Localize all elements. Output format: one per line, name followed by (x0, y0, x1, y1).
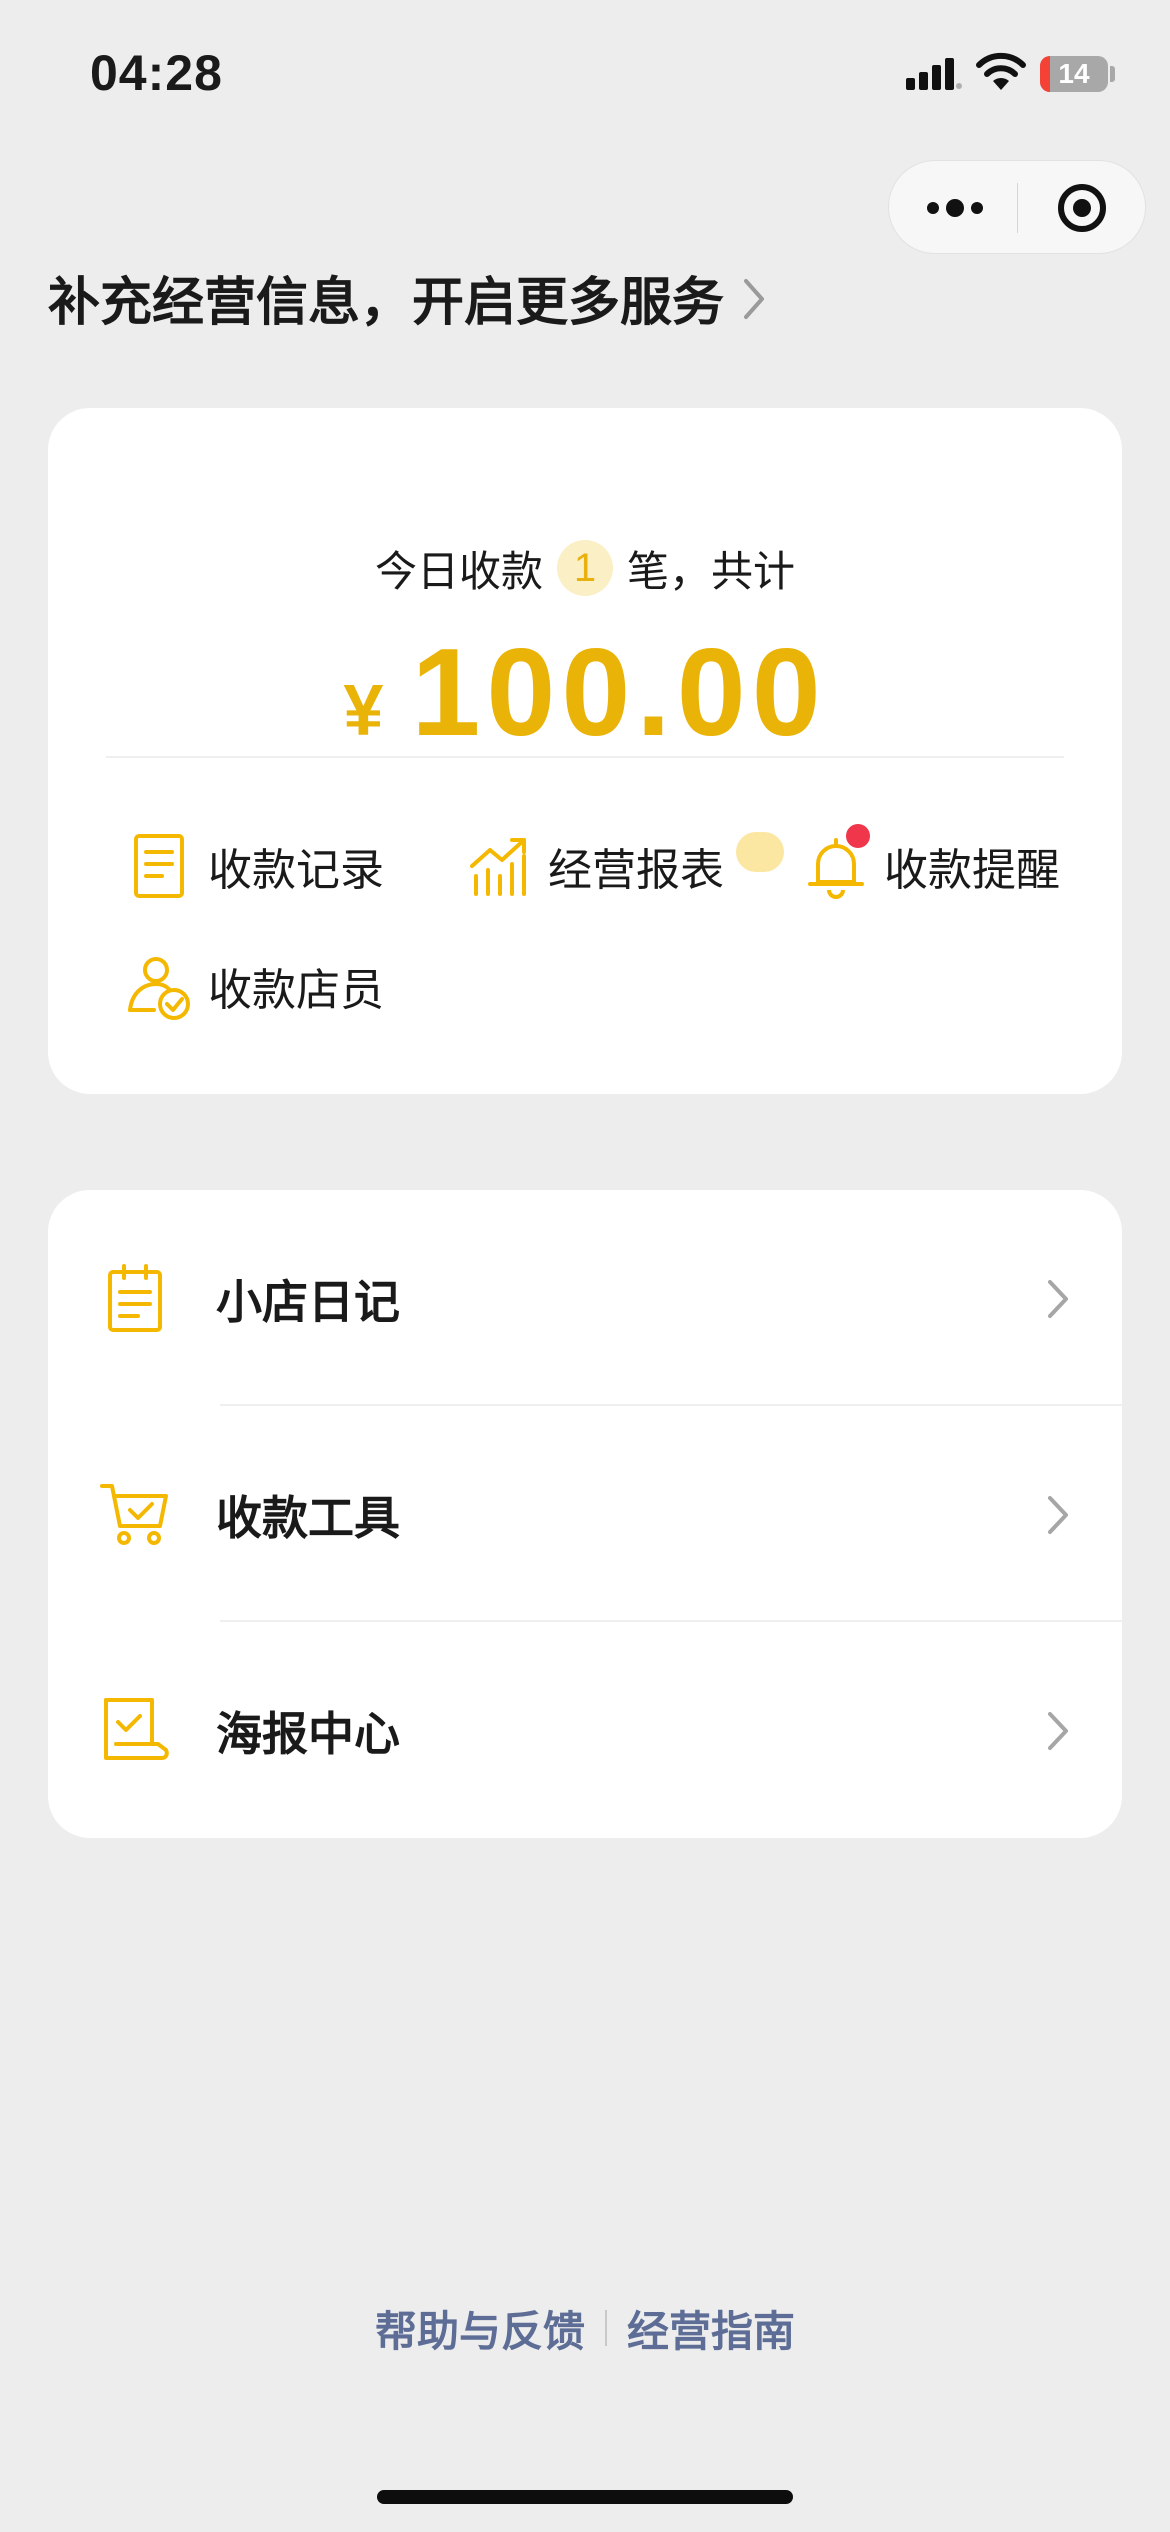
payment-reminder-label: 收款提醒 (884, 845, 1060, 896)
menu-label-poster-center: 海报中心 (216, 1707, 400, 1761)
battery-indicator: 14 (1040, 56, 1108, 92)
target-close-icon[interactable] (1057, 183, 1107, 233)
payment-reminder-button[interactable]: 收款提醒 (800, 824, 1060, 906)
amount-value: 100.00 (411, 624, 827, 762)
menu-item-shop-diary[interactable]: 小店日记 (48, 1190, 1122, 1406)
complete-info-banner[interactable]: 补充经营信息，开启更多服务 (48, 260, 766, 334)
document-icon (134, 834, 184, 898)
poster-check-icon (104, 1698, 169, 1760)
chevron-right-icon (1048, 1712, 1068, 1750)
transaction-count-badge: 1 (557, 540, 613, 596)
footer-links: 帮助与反馈 经营指南 (0, 2298, 1170, 2358)
business-reports-label: 经营报表 (548, 845, 724, 896)
capsule-divider (1017, 183, 1018, 233)
today-suffix: 笔，共计 (627, 546, 796, 596)
battery-cap (1110, 66, 1115, 82)
payment-staff-button[interactable]: 收款店员 (124, 946, 384, 1026)
business-guide-link[interactable]: 经营指南 (627, 2298, 795, 2359)
feature-menu-card: 小店日记 收款工具 海报中心 (48, 1190, 1122, 1838)
footer-separator (605, 2310, 607, 2346)
status-bar: 04:28 14 (0, 0, 1170, 150)
help-feedback-link[interactable]: 帮助与反馈 (375, 2298, 585, 2359)
miniprogram-capsule (888, 160, 1146, 254)
payment-records-label: 收款记录 (208, 845, 384, 896)
chevron-right-icon (744, 279, 765, 319)
chevron-right-icon (1048, 1280, 1068, 1318)
menu-label-payment-tools: 收款工具 (216, 1491, 400, 1545)
currency-symbol: ¥ (343, 671, 384, 751)
battery-percent: 14 (1058, 58, 1090, 89)
notification-red-dot (846, 824, 870, 848)
today-summary-card: 今日收款 1 笔，共计 ¥ 100.00 收款记录 经营报表 收款提醒 收款店员 (48, 408, 1122, 1094)
today-amount: ¥ 100.00 (48, 622, 1122, 762)
today-prefix: 今日收款 (374, 546, 543, 596)
chart-trend-icon (470, 838, 526, 896)
notebook-icon (108, 1264, 162, 1332)
home-indicator[interactable] (377, 2490, 793, 2504)
more-dots-icon[interactable] (925, 191, 985, 225)
payment-records-button[interactable]: 收款记录 (124, 826, 384, 906)
bell-icon-wrapper (800, 824, 872, 902)
card-divider (106, 756, 1064, 758)
banner-text: 补充经营信息，开启更多服务 (48, 272, 725, 333)
cart-check-icon (100, 1484, 168, 1545)
business-reports-button[interactable]: 经营报表 (464, 826, 724, 906)
menu-item-payment-tools[interactable]: 收款工具 (48, 1406, 1122, 1622)
staff-check-icon (128, 957, 190, 1020)
payment-staff-label: 收款店员 (208, 965, 384, 1016)
menu-item-poster-center[interactable]: 海报中心 (48, 1622, 1122, 1838)
wifi-icon (976, 52, 1026, 90)
menu-label-shop-diary: 小店日记 (216, 1275, 400, 1329)
today-count-line: 今日收款 1 笔，共计 (48, 536, 1122, 600)
status-time: 04:28 (90, 45, 223, 101)
highlight-dot (736, 832, 784, 872)
chevron-right-icon (1048, 1496, 1068, 1534)
cellular-signal-icon (906, 58, 962, 90)
